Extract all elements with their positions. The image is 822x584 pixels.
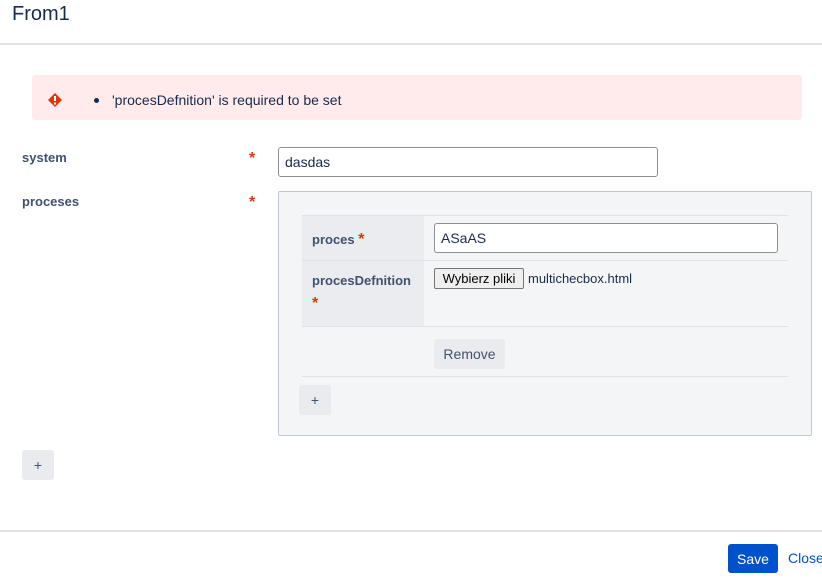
- selected-file-name: multichecbox.html: [528, 271, 633, 286]
- system-input[interactable]: [278, 147, 658, 177]
- error-icon: [48, 93, 62, 107]
- footer-divider: [0, 530, 822, 532]
- proces-input[interactable]: [434, 223, 778, 253]
- proces-label: proces *: [312, 231, 365, 248]
- add-proces-button[interactable]: +: [299, 385, 331, 415]
- add-button[interactable]: +: [22, 450, 54, 480]
- save-button[interactable]: Save: [728, 544, 778, 573]
- dialog-title: From1: [12, 3, 70, 25]
- close-link[interactable]: Close: [788, 550, 822, 566]
- proceses-label: proceses: [22, 194, 80, 209]
- proces-definition-label-cell: [302, 261, 424, 326]
- remove-proces-button[interactable]: Remove: [434, 339, 505, 369]
- proceses-required-marker: *: [249, 194, 256, 211]
- proces-required-marker: *: [358, 231, 365, 248]
- choose-file-button[interactable]: Wybierz pliki: [434, 268, 524, 289]
- proces-definition-required-marker: *: [312, 295, 319, 312]
- system-required-marker: *: [249, 150, 256, 167]
- error-alert: 'procesDefnition' is required to be set: [32, 75, 802, 120]
- error-list: 'procesDefnition' is required to be set: [94, 92, 341, 108]
- proces-definition-label: procesDefnition: [312, 273, 411, 288]
- row-divider: [302, 326, 788, 327]
- header-divider: [0, 43, 822, 45]
- system-label: system: [22, 150, 67, 165]
- error-message: 'procesDefnition' is required to be set: [94, 92, 341, 108]
- row-divider: [302, 376, 788, 377]
